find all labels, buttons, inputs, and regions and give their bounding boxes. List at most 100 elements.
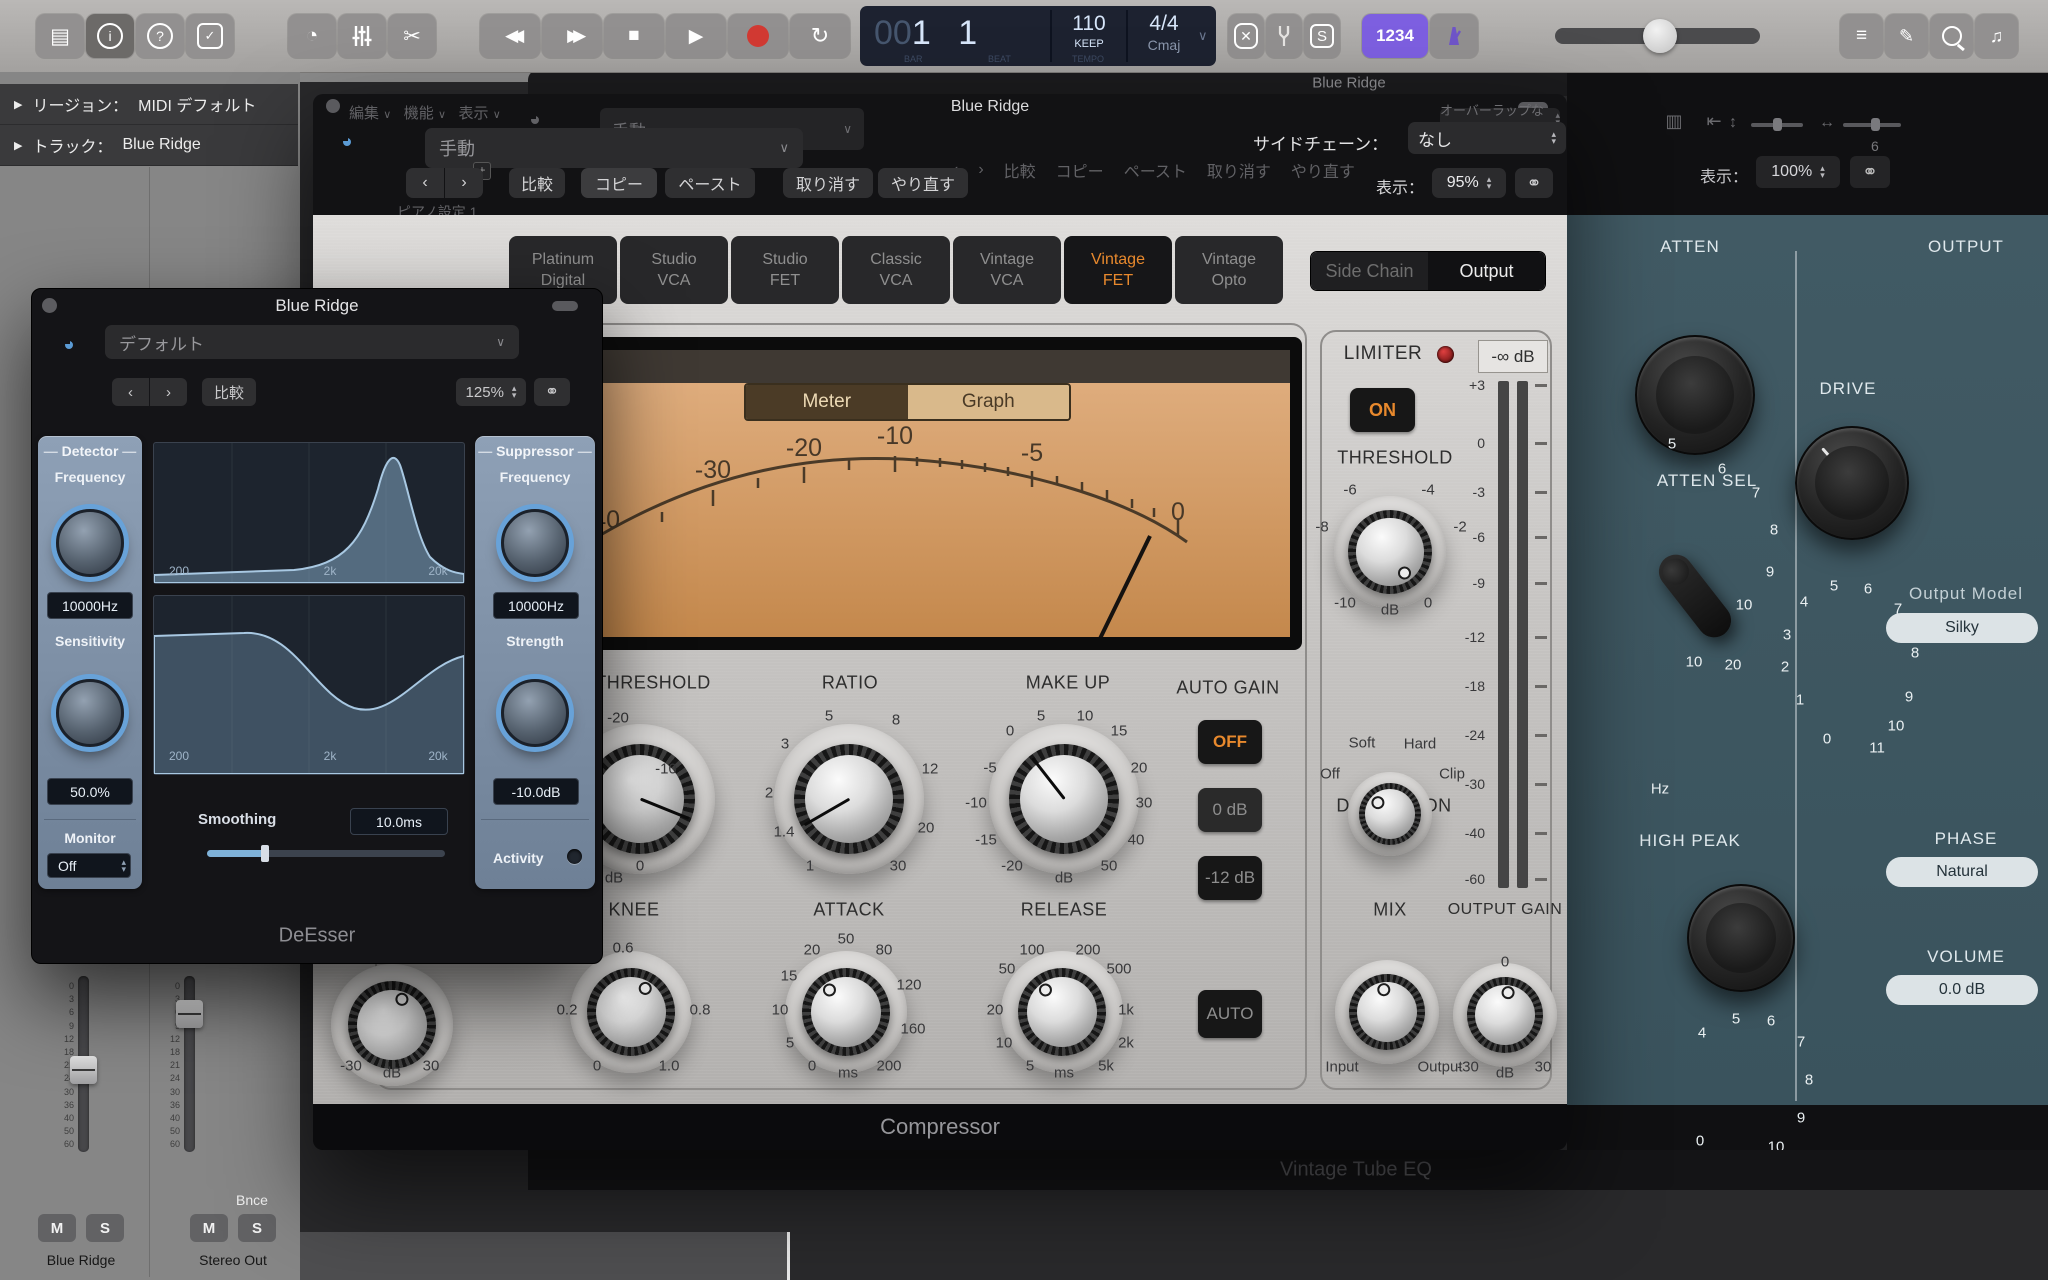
sidechain-dropdown[interactable]: なし▴▾: [1408, 122, 1566, 154]
count-in-button[interactable]: 1234: [1362, 14, 1428, 58]
mixer-icon[interactable]: [338, 14, 386, 58]
tick-label: 10: [1888, 718, 1905, 735]
note-pads-icon[interactable]: ✎: [1885, 14, 1928, 58]
record-button[interactable]: [728, 14, 788, 58]
track-label: トラック：: [32, 133, 112, 157]
scissors-icon[interactable]: ✂: [388, 14, 436, 58]
auto-zoom-icon[interactable]: ⇤: [1699, 111, 1729, 137]
track-value: Blue Ridge: [122, 136, 200, 154]
vertical-zoom-slider[interactable]: [1751, 123, 1803, 127]
lcd-display[interactable]: 001 1 BAR BEAT 110 KEEP TEMPO 4/4 Cmaj ∨: [860, 6, 1216, 66]
inspector-icon[interactable]: i: [86, 14, 134, 58]
eq-view-label: 表示：: [1700, 163, 1748, 187]
link-icon[interactable]: ⚭: [1515, 168, 1553, 198]
volume-slider-knob[interactable]: [1643, 19, 1677, 53]
smoothing-value[interactable]: 10.0ms: [350, 808, 448, 835]
fader-cap-1[interactable]: [70, 1056, 97, 1084]
window-close-dot[interactable]: [326, 99, 340, 113]
position-display[interactable]: 001 1: [874, 14, 977, 53]
list-editors-icon[interactable]: ≡: [1840, 14, 1883, 58]
tuner-dial-icon[interactable]: ◔: [288, 14, 336, 58]
tick-label: 2k: [324, 749, 337, 763]
tempo-label: TEMPO: [1072, 54, 1104, 64]
no-input-monitor-icon[interactable]: ✕: [1228, 14, 1264, 58]
horizontal-zoom-icon[interactable]: ↔: [1819, 114, 1835, 132]
bottom-track-strip: [300, 1232, 787, 1280]
compare-button[interactable]: 比較: [509, 168, 565, 198]
view-zoom-stepper[interactable]: 95%▴▾: [1432, 168, 1506, 198]
help-icon[interactable]: ?: [136, 14, 184, 58]
vertical-zoom-icon[interactable]: ↕: [1729, 114, 1737, 132]
horizontal-zoom-slider[interactable]: [1843, 123, 1901, 127]
bar-label: BAR: [904, 54, 923, 64]
solo-button-1[interactable]: S: [86, 1214, 124, 1242]
rewind-button[interactable]: ◀◀: [480, 14, 540, 58]
compressor-plugin-name: Compressor: [880, 1114, 1000, 1140]
eq-link-icon[interactable]: ⚭: [1850, 156, 1890, 188]
record-icon: [747, 25, 769, 47]
media-browser-icon[interactable]: ♫: [1975, 14, 2018, 58]
library-icon[interactable]: ▤: [36, 14, 84, 58]
loop-browser-icon[interactable]: [1930, 14, 1973, 58]
smoothing-slider-handle[interactable]: [261, 845, 269, 862]
tick-label: 200: [169, 749, 189, 763]
disclosure-triangle-icon[interactable]: ▶: [14, 139, 22, 152]
tick-label: 9: [1797, 1110, 1805, 1127]
stop-button[interactable]: ■: [604, 14, 664, 58]
next-preset-button[interactable]: ›: [445, 168, 483, 198]
solo-button-2[interactable]: S: [238, 1214, 276, 1242]
smoothing-slider[interactable]: [207, 850, 445, 857]
bottom-divider: [787, 1232, 790, 1280]
tick-label: 11: [1869, 740, 1885, 757]
ruler-number: 6: [1871, 138, 1879, 154]
disclosure-triangle-icon[interactable]: ▶: [14, 98, 22, 111]
tick-label: 0: [1501, 954, 1509, 971]
catch-playhead-icon[interactable]: ▥: [1659, 111, 1689, 137]
tick-label: 30: [1535, 1059, 1552, 1076]
redo-button[interactable]: やり直す: [878, 168, 968, 198]
lcd-chevron-icon[interactable]: ∨: [1198, 28, 1208, 44]
activity-label: Activity: [493, 850, 544, 866]
solo-mode-icon[interactable]: S: [1304, 14, 1340, 58]
undo-button[interactable]: 取り消す: [783, 168, 873, 198]
tick-label: -30: [1457, 1059, 1479, 1076]
tick-label: 6: [1864, 581, 1872, 598]
paste-button[interactable]: ペースト: [665, 168, 755, 198]
master-volume-slider[interactable]: [1555, 28, 1760, 44]
tick-label: 0: [1696, 1133, 1704, 1150]
tick-label: 20k: [428, 749, 447, 763]
compressor-window-title: Blue Ridge: [951, 98, 1029, 116]
fader-cap-2[interactable]: [176, 1000, 203, 1028]
channel-name-2: Stereo Out: [199, 1252, 267, 1268]
drive-ticks: 01234567891011: [1567, 215, 2048, 1105]
fader-scale-1: 0369121821243036405060: [40, 980, 74, 1152]
signature-display[interactable]: 4/4 Cmaj: [1132, 12, 1196, 53]
metronome-button[interactable]: [1430, 14, 1478, 58]
vintage-tube-eq-panel: ATTEN ATTEN SEL HIGH PEAK OUTPUT DRIVE O…: [1567, 215, 2048, 1105]
prev-preset-button[interactable]: ‹: [406, 168, 444, 198]
tempo-display[interactable]: 110 KEEP: [1056, 12, 1122, 50]
tick-label: 9: [1905, 689, 1913, 706]
tick-label: 0: [1823, 731, 1831, 748]
background-window-title: Blue Ridge: [1312, 75, 1385, 92]
eq-view-zoom-stepper[interactable]: 100%▴▾: [1756, 156, 1840, 188]
cycle-button[interactable]: ↻: [790, 14, 850, 58]
track-inspector-row[interactable]: ▶ トラック： Blue Ridge: [0, 125, 298, 166]
tick-label: 8: [1911, 645, 1919, 662]
strength-knob[interactable]: [501, 679, 569, 747]
quick-help-icon[interactable]: ✓: [186, 14, 234, 58]
play-button[interactable]: ▶: [666, 14, 726, 58]
strength-value[interactable]: -10.0dB: [493, 778, 579, 805]
tuning-fork-icon[interactable]: [1266, 14, 1302, 58]
suppressor-frequency-value[interactable]: 10000Hz: [493, 592, 579, 619]
deesser-window[interactable]: Blue Ridge デフォルト∨ ‹ › 比較 125%▴▾ ⚭ — Dete…: [31, 288, 603, 964]
forward-button[interactable]: ▶▶: [542, 14, 602, 58]
copy-button[interactable]: コピー: [581, 168, 657, 198]
vintage-tube-eq-window[interactable]: ▥ ⇤ ↕ ↔ 6 表示： 100%▴▾ ⚭ ATTEN ATTEN SEL H…: [1567, 66, 2048, 1190]
mute-button-1[interactable]: M: [38, 1214, 76, 1242]
suppressor-frequency-knob[interactable]: [501, 509, 569, 577]
region-value: MIDI デフォルト: [138, 92, 256, 116]
mute-button-2[interactable]: M: [190, 1214, 228, 1242]
region-inspector-row[interactable]: ▶ リージョン： MIDI デフォルト: [0, 84, 298, 125]
channel-name-1: Blue Ridge: [47, 1252, 116, 1268]
